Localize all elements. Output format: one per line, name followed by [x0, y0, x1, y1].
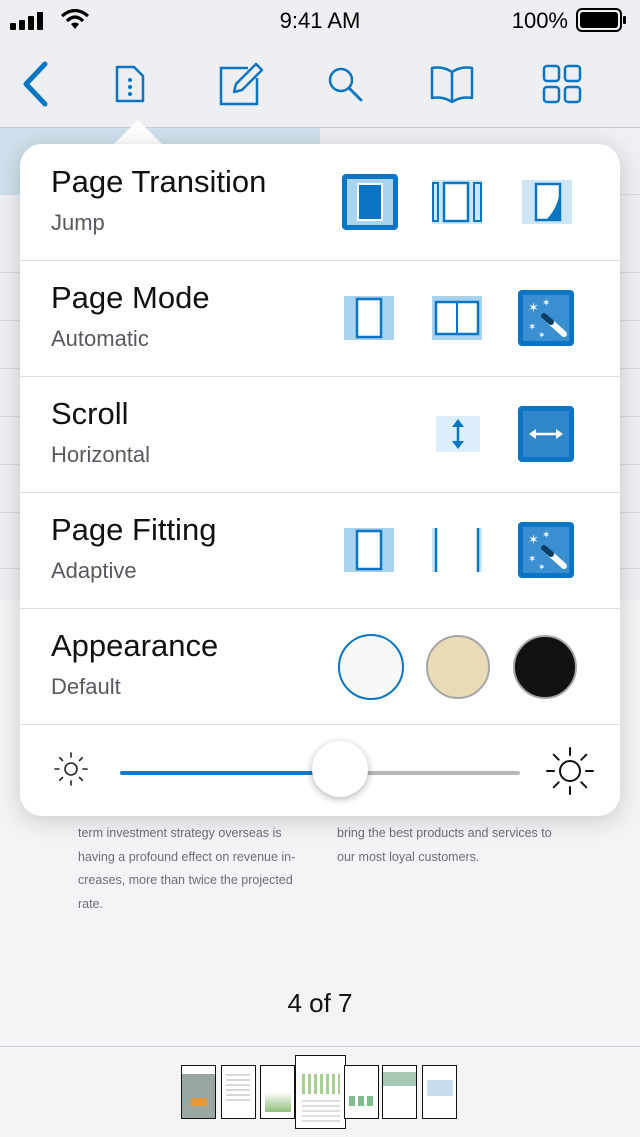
thumbnail-page-4[interactable] [295, 1055, 346, 1129]
view-settings-popover: Page Transition Jump Page Mode Automatic [20, 144, 620, 816]
brightness-slider-thumb[interactable] [312, 741, 368, 797]
svg-text:✶: ✶ [528, 301, 539, 316]
brightness-high-icon [546, 747, 594, 795]
thumbnail-page-2[interactable] [221, 1065, 256, 1119]
document-info-button[interactable] [94, 40, 166, 128]
page-fitting-title: Page Fitting [51, 512, 217, 547]
thumbnail-page-3[interactable] [260, 1065, 295, 1119]
double-page-mode-icon[interactable] [432, 296, 488, 352]
single-page-mode-icon[interactable] [344, 296, 400, 352]
svg-text:✶: ✶ [528, 322, 536, 333]
appearance-sepia-swatch[interactable] [426, 635, 490, 699]
appearance-title: Appearance [51, 628, 219, 663]
appearance-value: Default [51, 674, 121, 699]
svg-text:✶: ✶ [528, 554, 536, 565]
battery-percent: 100% [511, 8, 568, 33]
page-transition-row: Page Transition Jump [20, 144, 620, 261]
appearance-default-swatch[interactable] [338, 634, 404, 700]
svg-text:✶: ✶ [542, 530, 550, 541]
page-indicator: 4 of 7 [287, 988, 353, 1018]
popover-arrow [112, 120, 164, 146]
svg-text:✶: ✶ [538, 331, 546, 341]
page-fitting-row: Page Fitting Adaptive ✶ ✶ ✶ ✶ [20, 492, 620, 609]
svg-text:✶: ✶ [542, 298, 550, 309]
adaptive-fitting-icon[interactable]: ✶ ✶ ✶ ✶ [518, 522, 574, 578]
document-info-icon [115, 65, 145, 103]
thumbnail-page-6[interactable] [382, 1065, 417, 1119]
bookmarks-button[interactable] [416, 40, 488, 128]
thumbnails-icon [542, 64, 582, 104]
scroll-row: Scroll Horizontal [20, 376, 620, 493]
doc-right-column: bring the best products and services to … [337, 826, 552, 864]
appearance-night-swatch[interactable] [513, 635, 577, 699]
svg-text:✶: ✶ [528, 533, 539, 548]
fit-page-icon[interactable] [344, 528, 400, 584]
horizontal-scroll-icon[interactable] [518, 406, 574, 462]
battery-icon [576, 8, 626, 32]
vertical-scroll-icon[interactable] [436, 416, 492, 472]
scroll-value: Horizontal [51, 442, 151, 467]
annotate-icon [219, 62, 264, 106]
brightness-slider-fill[interactable] [120, 771, 340, 775]
jump-transition-icon[interactable] [342, 174, 398, 230]
bookmarks-icon [430, 66, 474, 104]
thumbnail-page-1[interactable] [181, 1065, 216, 1119]
status-bar: 9:41 AM 100% [0, 0, 640, 40]
slide-transition-icon[interactable] [432, 180, 488, 236]
fit-width-icon[interactable] [432, 528, 488, 584]
back-icon [23, 61, 48, 107]
scroll-title: Scroll [51, 396, 129, 431]
annotate-button[interactable] [205, 40, 277, 128]
back-button[interactable] [0, 40, 72, 128]
search-icon [328, 67, 363, 102]
search-button[interactable] [309, 40, 381, 128]
toolbar-divider [0, 127, 640, 128]
page-mode-value: Automatic [51, 326, 149, 351]
curl-transition-icon[interactable] [522, 180, 578, 236]
page-transition-title: Page Transition [51, 164, 267, 199]
automatic-page-mode-icon[interactable]: ✶ ✶ ✶ ✶ [518, 290, 574, 346]
page-mode-title: Page Mode [51, 280, 210, 315]
thumbnail-strip[interactable] [0, 1046, 640, 1137]
appearance-row: Appearance Default [20, 608, 620, 725]
thumbnail-page-7[interactable] [422, 1065, 457, 1119]
page-transition-value: Jump [51, 210, 105, 235]
page-mode-row: Page Mode Automatic ✶ ✶ ✶ ✶ [20, 260, 620, 377]
thumbnails-button[interactable] [526, 40, 598, 128]
thumbnail-page-5[interactable] [344, 1065, 379, 1119]
svg-text:✶: ✶ [538, 563, 546, 573]
toolbar [0, 40, 640, 128]
page-fitting-value: Adaptive [51, 558, 137, 583]
doc-left-column: term investment strategy overseas is hav… [78, 826, 296, 911]
brightness-low-icon [54, 752, 88, 786]
